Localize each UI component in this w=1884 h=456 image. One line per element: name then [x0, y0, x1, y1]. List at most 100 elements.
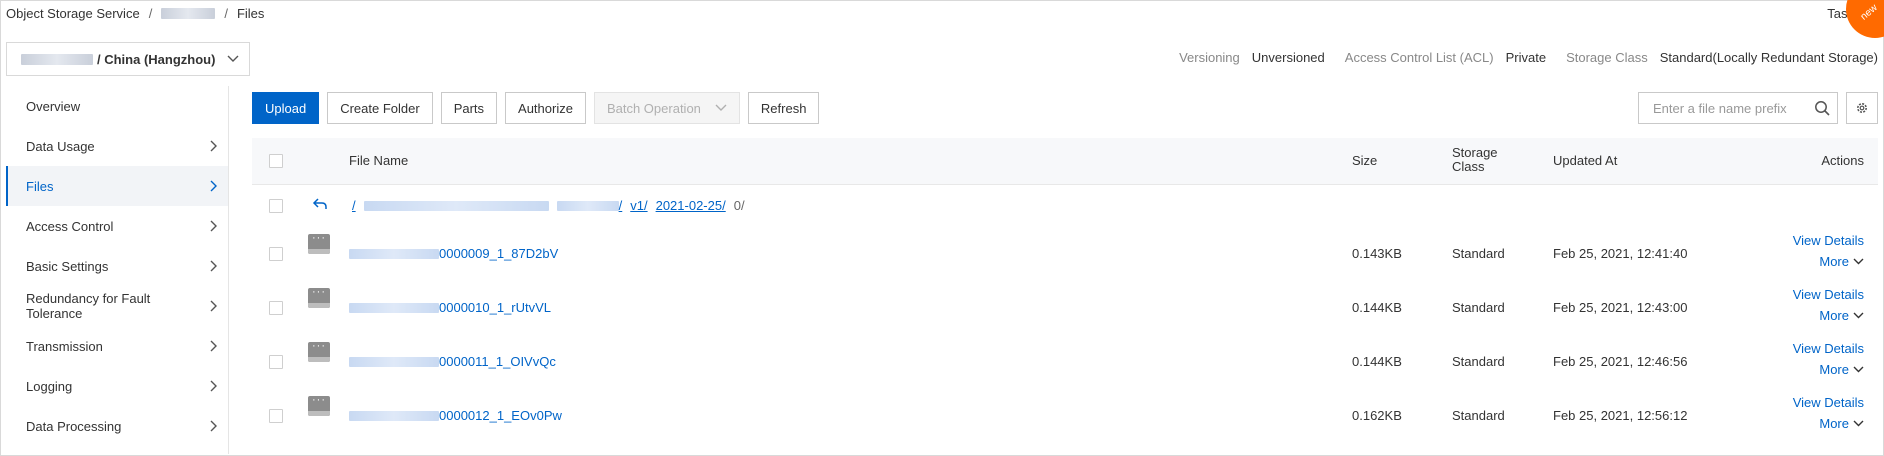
- table-row-checkbox[interactable]: [269, 409, 283, 423]
- sidebar-item-label: Logging: [26, 378, 73, 394]
- view-details-link[interactable]: View Details: [1793, 341, 1864, 356]
- sidebar: Overview Data Usage Files Access Control…: [6, 86, 229, 454]
- table-row-checkbox[interactable]: [269, 247, 283, 261]
- sidebar-item-data-processing[interactable]: Data Processing: [6, 406, 228, 446]
- file-updated-at: Feb 25, 2021, 12:43:00: [1553, 300, 1688, 315]
- column-size[interactable]: Size: [1352, 153, 1377, 168]
- file-name-redacted: [349, 356, 439, 367]
- region-account-redacted: [21, 53, 93, 65]
- file-prefix-search-input[interactable]: [1639, 100, 1807, 116]
- refresh-button[interactable]: Refresh: [747, 92, 820, 124]
- chevron-right-icon: [210, 380, 217, 392]
- table-row-checkbox[interactable]: [269, 199, 283, 213]
- view-details-link[interactable]: View Details: [1793, 395, 1864, 410]
- bucket-meta: Versioning Unversioned Access Control Li…: [1179, 50, 1878, 65]
- breadcrumb-separator: /: [148, 6, 153, 21]
- column-storage-class-line2: Class: [1452, 159, 1485, 174]
- path-segment-redacted[interactable]: [556, 200, 619, 211]
- column-updated-at[interactable]: Updated At: [1553, 153, 1617, 168]
- path-root-link[interactable]: /: [352, 198, 356, 213]
- column-file-name[interactable]: File Name: [349, 153, 408, 168]
- sidebar-item-basic-settings[interactable]: Basic Settings: [6, 246, 228, 286]
- parts-button[interactable]: Parts: [440, 92, 498, 124]
- more-dropdown[interactable]: More: [1819, 362, 1864, 377]
- more-dropdown[interactable]: More: [1819, 254, 1864, 269]
- storage-class-label: Storage Class: [1566, 50, 1648, 65]
- chevron-down-icon: [1853, 366, 1864, 373]
- chevron-down-icon: [1853, 420, 1864, 427]
- path-v1-link[interactable]: v1/: [630, 198, 647, 213]
- create-folder-button[interactable]: Create Folder: [327, 92, 433, 124]
- more-dropdown[interactable]: More: [1819, 416, 1864, 431]
- row-actions: View Details More: [1793, 287, 1864, 323]
- gear-icon: [1857, 103, 1867, 113]
- versioning-value: Unversioned: [1251, 50, 1325, 65]
- back-arrow-icon[interactable]: [312, 197, 328, 211]
- sidebar-item-data-usage[interactable]: Data Usage: [6, 126, 228, 166]
- path-date-link[interactable]: 2021-02-25/: [656, 198, 726, 213]
- acl-label: Access Control List (ACL): [1344, 50, 1494, 65]
- column-storage-class[interactable]: Storage Class: [1452, 146, 1498, 174]
- file-storage-class: Standard: [1452, 354, 1505, 369]
- row-actions: View Details More: [1793, 341, 1864, 377]
- chevron-right-icon: [210, 260, 217, 272]
- file-updated-at: Feb 25, 2021, 12:46:56: [1553, 354, 1688, 369]
- sidebar-item-label: Basic Settings: [26, 258, 109, 274]
- file-name-redacted: [349, 302, 439, 313]
- file-icon: ···: [308, 340, 330, 362]
- file-name-link[interactable]: 0000012_1_EOv0Pw: [349, 408, 562, 423]
- sidebar-item-transmission[interactable]: Transmission: [6, 326, 228, 366]
- file-icon: ···: [308, 286, 330, 308]
- chevron-right-icon: [210, 300, 217, 312]
- more-dropdown[interactable]: More: [1819, 308, 1864, 323]
- column-storage-class-line1: Storage: [1452, 145, 1498, 160]
- sidebar-item-logging[interactable]: Logging: [6, 366, 228, 406]
- storage-class-value: Standard(Locally Redundant Storage): [1659, 50, 1878, 65]
- sidebar-item-overview[interactable]: Overview: [6, 86, 228, 126]
- file-size: 0.144KB: [1352, 300, 1402, 315]
- sidebar-item-access-control[interactable]: Access Control: [6, 206, 228, 246]
- file-storage-class: Standard: [1452, 246, 1505, 261]
- file-name-redacted: [349, 248, 439, 259]
- chevron-right-icon: [210, 340, 217, 352]
- region-value: / China (Hangzhou): [97, 51, 216, 67]
- path-current-folder: 0/: [733, 198, 745, 213]
- search-icon[interactable]: [1807, 100, 1837, 116]
- sidebar-item-files[interactable]: Files: [6, 166, 228, 206]
- table-row-checkbox[interactable]: [269, 355, 283, 369]
- view-details-link[interactable]: View Details: [1793, 287, 1864, 302]
- region-select[interactable]: / China (Hangzhou): [6, 42, 250, 76]
- chevron-right-icon: [210, 420, 217, 432]
- column-actions: Actions: [1821, 153, 1864, 168]
- sidebar-item-label: Transmission: [26, 338, 103, 354]
- batch-operation-label: Batch Operation: [606, 100, 701, 116]
- table-row: ··· 0000009_1_87D2bV 0.143KB Standard Fe…: [252, 227, 1878, 281]
- view-details-link[interactable]: View Details: [1793, 233, 1864, 248]
- path-segment-redacted[interactable]: [363, 200, 549, 211]
- file-name-link[interactable]: 0000011_1_OIVvQc: [349, 354, 556, 369]
- file-size: 0.144KB: [1352, 354, 1402, 369]
- chevron-down-icon: [1853, 312, 1864, 319]
- file-name-link[interactable]: 0000009_1_87D2bV: [349, 246, 558, 261]
- upload-button[interactable]: Upload: [252, 92, 320, 124]
- chevron-down-icon: [715, 104, 727, 111]
- breadcrumb-bucket-redacted[interactable]: [161, 8, 216, 19]
- file-icon: ···: [308, 394, 330, 416]
- file-name-link[interactable]: 0000010_1_rUtvVL: [349, 300, 551, 315]
- breadcrumb-current: Files: [236, 6, 265, 21]
- table-row-checkbox[interactable]: [269, 301, 283, 315]
- file-name-suffix: 0000012_1_EOv0Pw: [439, 408, 562, 423]
- breadcrumb-service[interactable]: Object Storage Service: [6, 6, 140, 21]
- select-all-checkbox[interactable]: [269, 154, 283, 168]
- batch-operation-button[interactable]: Batch Operation: [593, 92, 740, 124]
- sidebar-item-label: Redundancy for Fault Tolerance: [26, 291, 151, 321]
- new-badge-text: new: [1858, 2, 1880, 23]
- path-row: / / v1/ 2021-02-25/ 0/: [252, 185, 1878, 227]
- folder-path: / / v1/ 2021-02-25/ 0/: [352, 198, 745, 213]
- file-storage-class: Standard: [1452, 300, 1505, 315]
- settings-button[interactable]: [1846, 92, 1878, 124]
- path-separator: /: [618, 198, 623, 213]
- sidebar-item-redundancy[interactable]: Redundancy for Fault Tolerance: [6, 286, 228, 326]
- authorize-button[interactable]: Authorize: [505, 92, 586, 124]
- acl-value: Private: [1505, 50, 1547, 65]
